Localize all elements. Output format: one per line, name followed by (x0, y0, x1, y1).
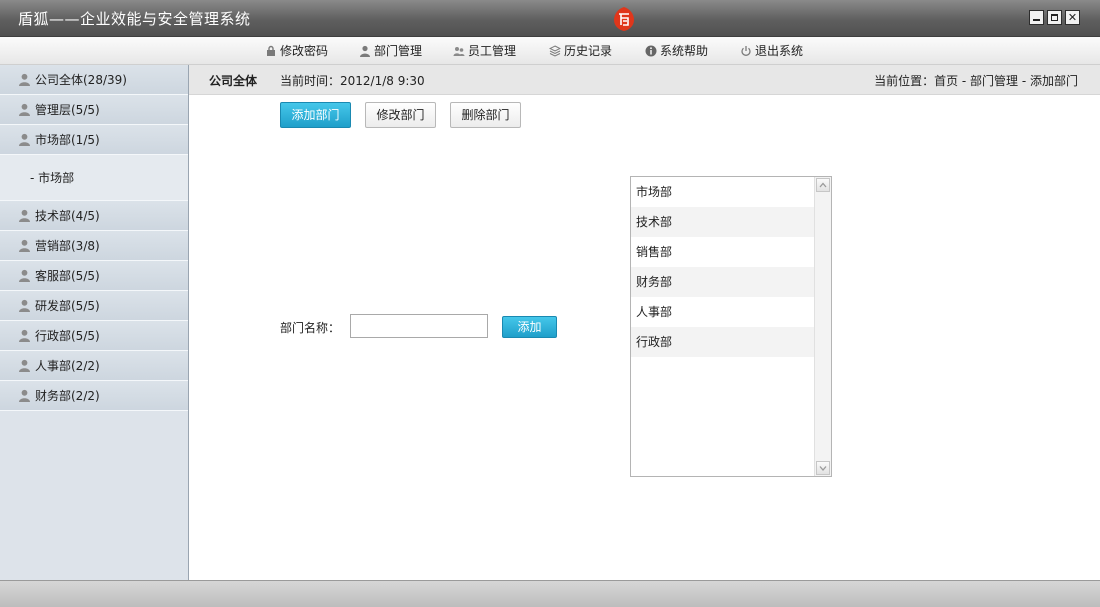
person-icon (19, 73, 30, 86)
people-icon (453, 46, 465, 56)
person-icon (360, 45, 370, 57)
toolbar-label: 修改密码 (280, 44, 329, 58)
sidebar-item-service[interactable]: 客服部(5/5) (0, 261, 188, 291)
main-content: 公司全体 当前时间：2012/1/8 9:30 当前位置：首页 - 部门管理 -… (189, 65, 1100, 580)
sidebar-item-label: 客服部(5/5) (35, 269, 100, 283)
sidebar-item-label: 技术部(4/5) (35, 209, 100, 223)
close-button[interactable]: ✕ (1065, 10, 1080, 25)
toolbar-label: 历史记录 (564, 44, 613, 58)
dept-name-input[interactable] (350, 314, 488, 338)
window-controls: ✕ (1029, 10, 1080, 25)
app-title: 盾狐——企业效能与安全管理系统 (18, 10, 251, 28)
list-item[interactable]: 技术部 (631, 207, 815, 237)
list-item[interactable]: 销售部 (631, 237, 815, 267)
layers-icon (549, 44, 561, 57)
toolbar-label: 系统帮助 (660, 44, 709, 58)
sidebar-subitem-marketing[interactable]: - 市场部 (0, 155, 188, 201)
dept-listbox[interactable]: 市场部 技术部 销售部 财务部 人事部 行政部 (630, 176, 832, 477)
sidebar-item-finance[interactable]: 财务部(2/2) (0, 381, 188, 411)
toolbar-history[interactable]: 历史记录 (549, 42, 612, 59)
sidebar-item-rnd[interactable]: 研发部(5/5) (0, 291, 188, 321)
chevron-up-icon (819, 182, 827, 188)
title-bar: 盾狐——企业效能与安全管理系统 ✕ (0, 0, 1100, 37)
sidebar-item-label: 研发部(5/5) (35, 299, 100, 313)
list-item[interactable]: 市场部 (631, 177, 815, 207)
person-icon (19, 359, 30, 372)
status-bar (0, 580, 1100, 607)
scroll-up-button[interactable] (816, 178, 830, 192)
toolbar-logout[interactable]: 退出系统 (740, 42, 803, 59)
toolbar-label: 员工管理 (468, 44, 517, 58)
lock-icon (267, 45, 275, 56)
sidebar-item-admin[interactable]: 行政部(5/5) (0, 321, 188, 351)
scroll-down-button[interactable] (816, 461, 830, 475)
sidebar-item-all[interactable]: 公司全体(28/39) (0, 65, 188, 95)
maximize-button[interactable] (1047, 10, 1062, 25)
sidebar-item-label: 公司全体(28/39) (35, 73, 127, 87)
minimize-button[interactable] (1029, 10, 1044, 25)
add-dept-button[interactable]: 添加部门 (280, 102, 351, 128)
sidebar-item-label: 人事部(2/2) (35, 359, 100, 373)
dept-sidebar: 公司全体(28/39) 管理层(5/5) 市场部(1/5) - 市场部 技术部(… (0, 65, 189, 580)
sidebar-item-marketing[interactable]: 市场部(1/5) (0, 125, 188, 155)
sidebar-item-hr[interactable]: 人事部(2/2) (0, 351, 188, 381)
list-item[interactable]: 财务部 (631, 267, 815, 297)
person-icon (19, 209, 30, 222)
current-time: 当前时间：2012/1/8 9:30 (280, 74, 425, 88)
toolbar-help[interactable]: 系统帮助 (645, 42, 708, 59)
chevron-down-icon (819, 466, 827, 471)
app-logo-icon (612, 6, 636, 32)
info-icon (645, 45, 657, 56)
sidebar-item-label: 管理层(5/5) (35, 103, 100, 117)
person-icon (19, 299, 30, 312)
sidebar-item-label: 财务部(2/2) (35, 389, 100, 403)
person-icon (19, 269, 30, 282)
person-icon (19, 329, 30, 342)
sidebar-item-tech[interactable]: 技术部(4/5) (0, 201, 188, 231)
add-submit-button[interactable]: 添加 (502, 316, 557, 338)
dept-name-label: 部门名称： (280, 321, 341, 335)
power-icon (741, 45, 751, 56)
sidebar-item-label: 行政部(5/5) (35, 329, 100, 343)
sidebar-item-sales[interactable]: 营销部(3/8) (0, 231, 188, 261)
toolbar-dept-management[interactable]: 部门管理 (359, 42, 422, 59)
list-item[interactable]: 人事部 (631, 297, 815, 327)
sidebar-item-management[interactable]: 管理层(5/5) (0, 95, 188, 125)
person-icon (19, 389, 30, 402)
toolbar-label: 退出系统 (755, 44, 804, 58)
person-icon (19, 239, 30, 252)
breadcrumb: 当前位置：首页 - 部门管理 - 添加部门 (874, 74, 1078, 88)
main-toolbar: 修改密码 部门管理 员工管理 历史记录 系统帮助 退出系统 (0, 37, 1100, 65)
person-icon (19, 103, 30, 116)
list-item[interactable]: 行政部 (631, 327, 815, 357)
toolbar-change-password[interactable]: 修改密码 (265, 42, 328, 59)
content-header: 公司全体 当前时间：2012/1/8 9:30 当前位置：首页 - 部门管理 -… (189, 65, 1100, 95)
sidebar-item-label: 市场部(1/5) (35, 133, 100, 147)
edit-dept-button[interactable]: 修改部门 (365, 102, 436, 128)
toolbar-staff-management[interactable]: 员工管理 (453, 42, 516, 59)
company-name: 公司全体 (209, 74, 258, 88)
delete-dept-button[interactable]: 删除部门 (450, 102, 521, 128)
sidebar-item-label: 营销部(3/8) (35, 239, 100, 253)
list-scrollbar[interactable] (814, 177, 831, 476)
person-icon (19, 133, 30, 146)
toolbar-label: 部门管理 (374, 44, 423, 58)
